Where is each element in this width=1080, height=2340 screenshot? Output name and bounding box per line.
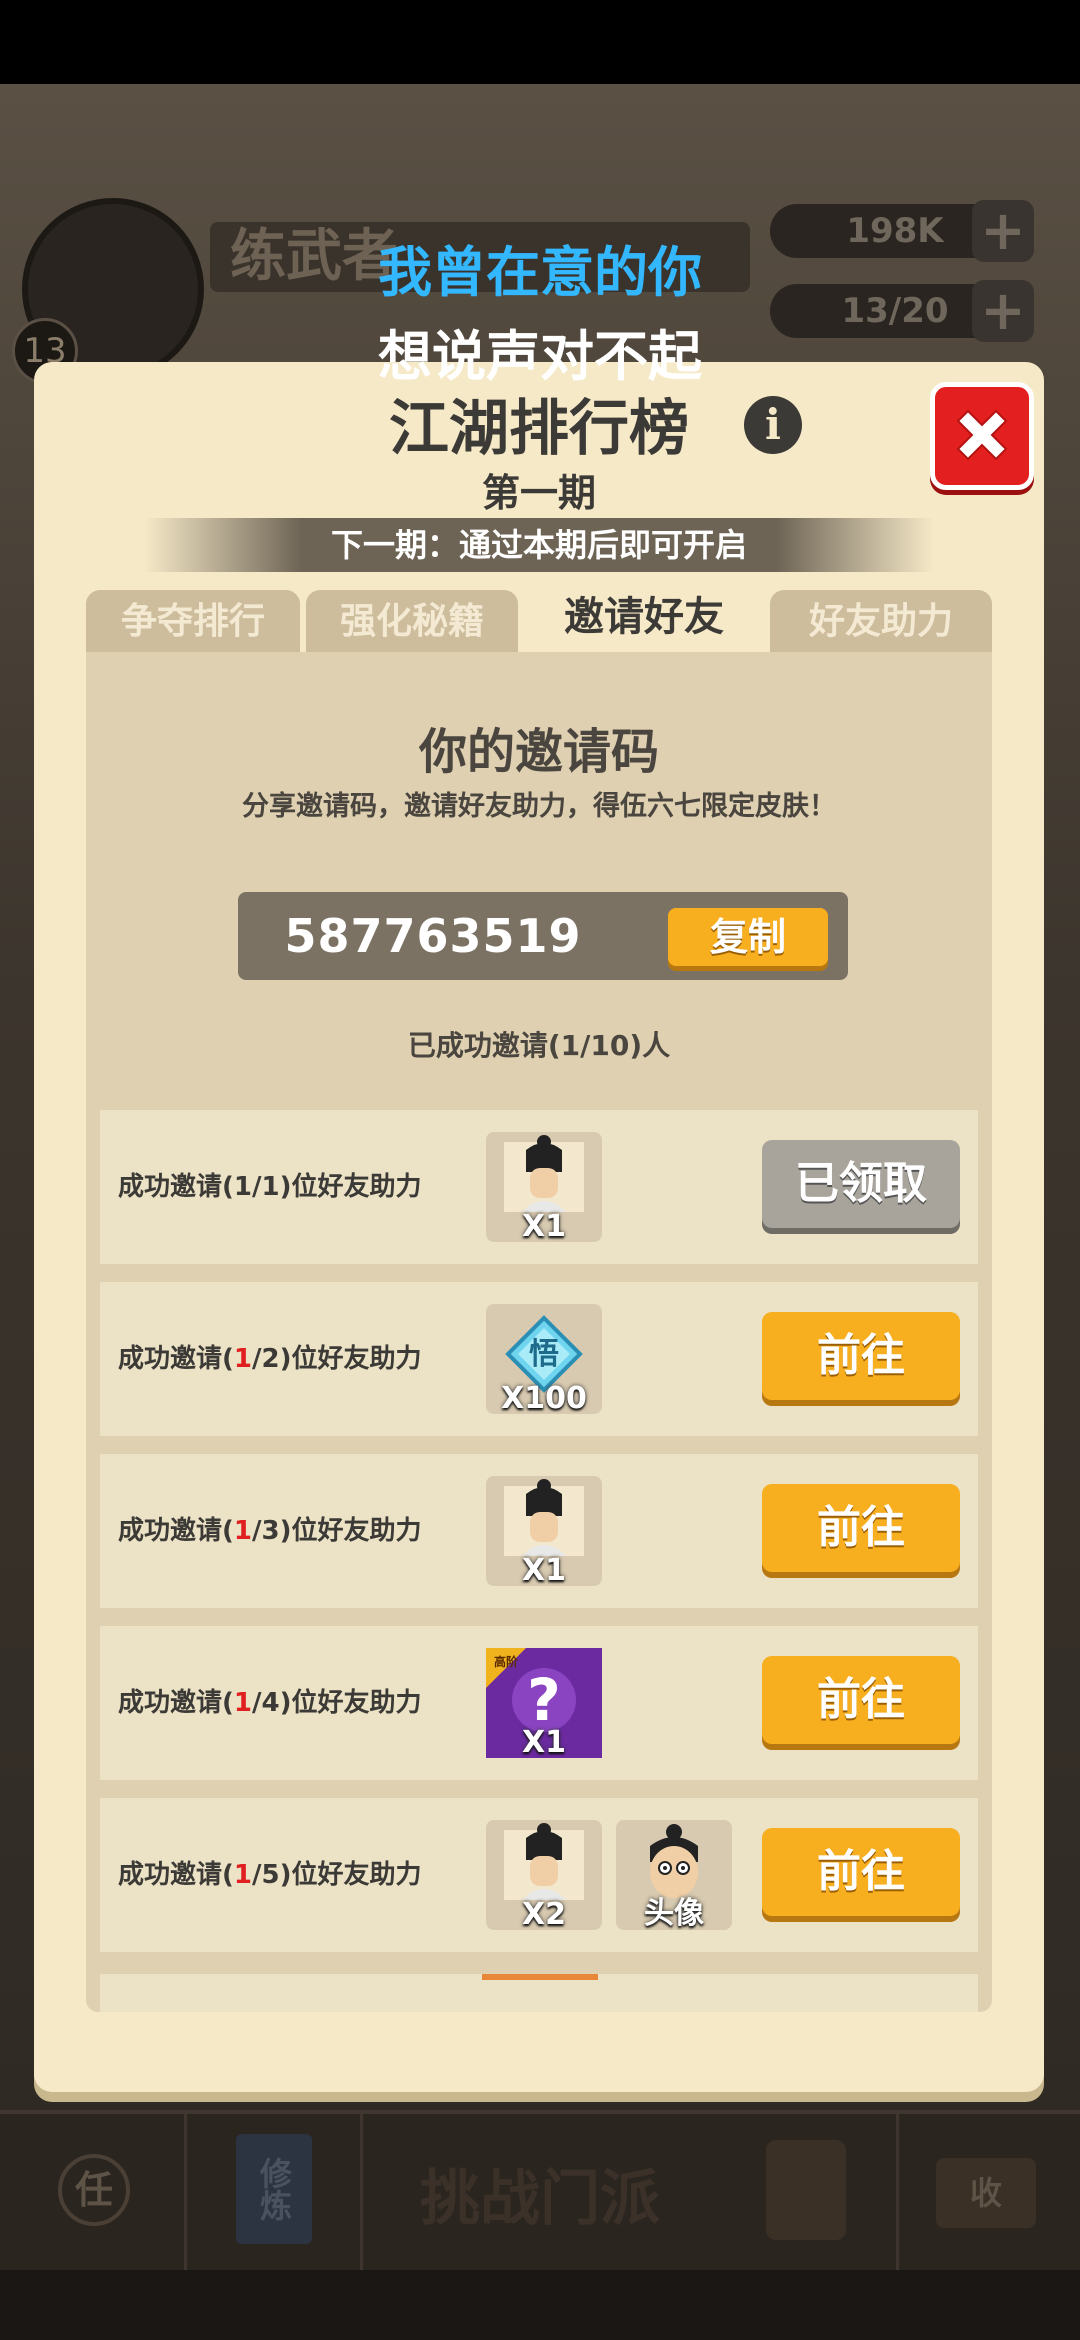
reward-condition: 成功邀请(1/4)位好友助力 <box>118 1688 422 1718</box>
status-bar <box>0 0 1080 84</box>
tab-friend-assist[interactable]: 好友助力 <box>770 590 992 654</box>
reward-condition: 成功邀请(1/2)位好友助力 <box>118 1344 422 1374</box>
reward-row: 成功邀请(1/2)位好友助力 悟 X100 前往 <box>100 1282 978 1436</box>
reward-row: 成功邀请(1/4)位好友助力 高阶 ? X1 前往 <box>100 1626 978 1780</box>
invite-count: 已成功邀请(1/10)人 <box>407 1029 671 1062</box>
reward-condition: 成功邀请(1/1)位好友助力 <box>118 1172 422 1202</box>
nav-collect: 收 <box>896 2114 1080 2274</box>
reward-item: 悟 X100 <box>486 1304 602 1416</box>
go-button[interactable]: 前往 <box>762 1656 960 1744</box>
close-icon <box>956 409 1008 461</box>
info-icon[interactable]: i <box>744 396 802 454</box>
nav-challenge-label: 挑战门派 <box>420 2164 660 2234</box>
tab-enhance[interactable]: 强化秘籍 <box>306 590 518 654</box>
collect-icon: 收 <box>936 2158 1036 2228</box>
reward-label: 头像 <box>644 1896 704 1931</box>
invite-code-value: 587763519 <box>284 909 582 963</box>
svg-text:?: ? <box>527 1666 561 1734</box>
reward-row: 成功邀请(1/3)位好友助力 X1 前往 <box>100 1454 978 1608</box>
reward-row: 成功邀请(1/5)位好友助力 X2 头像 前往 <box>100 1798 978 1952</box>
tab-ranking[interactable]: 争夺排行 <box>86 590 300 654</box>
invite-code-title: 你的邀请码 <box>418 724 659 780</box>
next-period-text: 下一期：通过本期后即可开启 <box>330 526 747 564</box>
reward-qty: X1 <box>521 1725 566 1760</box>
reward-qty: X1 <box>521 1553 566 1588</box>
nav-task: 任 <box>0 2114 187 2274</box>
cultivate-book-icon: 修炼 <box>236 2134 312 2244</box>
reward-item: X1 <box>486 1132 602 1244</box>
system-nav-bar <box>0 2270 1080 2340</box>
lyric-line-1: 我曾在意的你 <box>378 241 702 304</box>
reward-qty: X2 <box>521 1897 566 1932</box>
reward-condition: 成功邀请(1/3)位好友助力 <box>118 1516 422 1546</box>
svg-text:悟: 悟 <box>529 1337 559 1372</box>
go-button[interactable]: 前往 <box>762 1312 960 1400</box>
copy-button[interactable]: 复制 <box>668 908 828 966</box>
go-button[interactable]: 前往 <box>762 1484 960 1572</box>
invite-code-subtitle: 分享邀请码，邀请好友助力，得伍六七限定皮肤！ <box>242 791 836 822</box>
nav-cultivate: 修炼 <box>184 2114 363 2274</box>
reward-item: X1 <box>486 1476 602 1588</box>
svg-text:高阶: 高阶 <box>494 1654 519 1669</box>
ranking-modal: 江湖排行榜 i 第一期 下一期：通过本期后即可开启 争夺排行 强化秘籍 邀请好友… <box>34 362 1044 2092</box>
reward-item: 高阶 ? X1 <box>486 1648 602 1760</box>
period-label: 第一期 <box>481 471 596 515</box>
invite-panel: 你的邀请码 分享邀请码，邀请好友助力，得伍六七限定皮肤！ 587763519 复… <box>86 652 992 2012</box>
reward-row: 成功邀请(1/1)位好友助力 X1 已领取 <box>100 1110 978 1264</box>
task-icon: 任 <box>58 2154 130 2226</box>
invite-code-box: 587763519 复制 <box>238 892 848 980</box>
reward-qty: X100 <box>501 1381 587 1416</box>
reward-qty: X1 <box>521 1209 566 1244</box>
lyric-line-2: 想说声对不起 <box>378 325 702 388</box>
go-button[interactable]: 前往 <box>762 1828 960 1916</box>
equipment-icon <box>766 2140 846 2240</box>
reward-item: X2 <box>486 1820 602 1932</box>
nav-equipment <box>716 2114 899 2274</box>
claimed-button[interactable]: 已领取 <box>762 1140 960 1228</box>
reward-item-partial <box>482 1974 598 1980</box>
tab-invite-friends[interactable]: 邀请好友 <box>524 580 764 654</box>
next-period-banner: 下一期：通过本期后即可开启 <box>144 518 934 572</box>
reward-item: 头像 <box>616 1820 732 1931</box>
tab-bar: 争夺排行 强化秘籍 邀请好友 好友助力 <box>86 580 992 654</box>
reward-condition: 成功邀请(1/5)位好友助力 <box>118 1860 422 1890</box>
modal-title: 江湖排行榜 <box>389 394 689 464</box>
reward-row-partial <box>100 1974 978 2012</box>
